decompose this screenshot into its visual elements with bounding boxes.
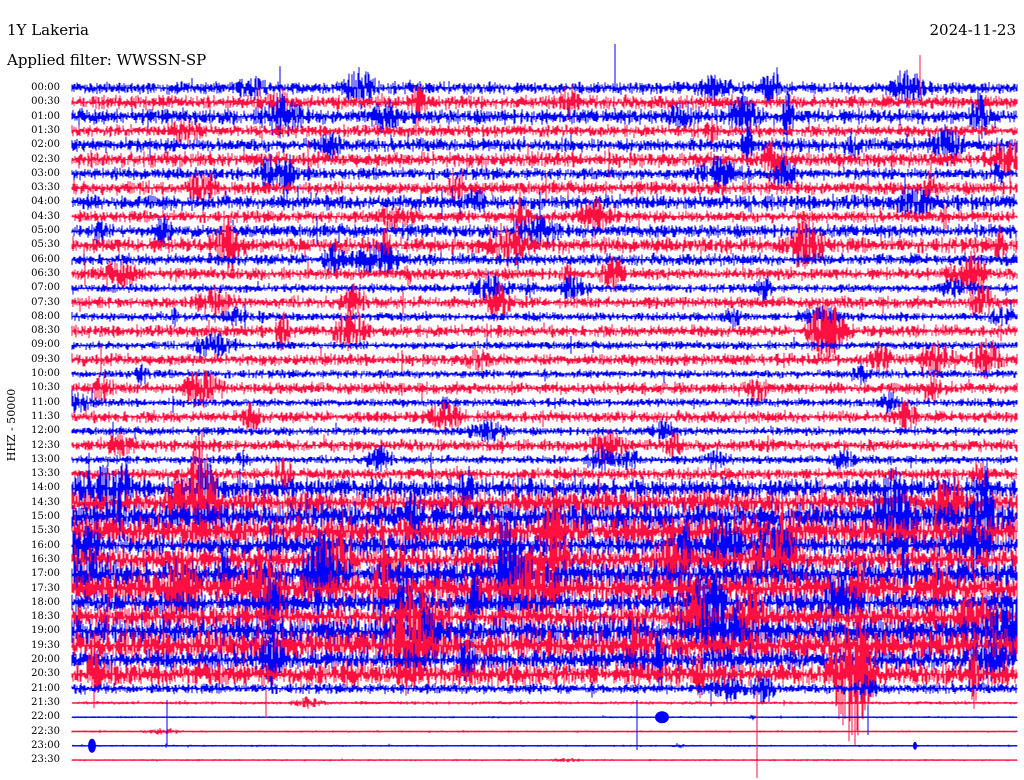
event-burst bbox=[88, 738, 96, 753]
seismic-trace bbox=[71, 173, 1018, 221]
helicorder-plot bbox=[71, 44, 1018, 778]
event-burst bbox=[913, 741, 917, 750]
event-burst bbox=[655, 711, 669, 724]
